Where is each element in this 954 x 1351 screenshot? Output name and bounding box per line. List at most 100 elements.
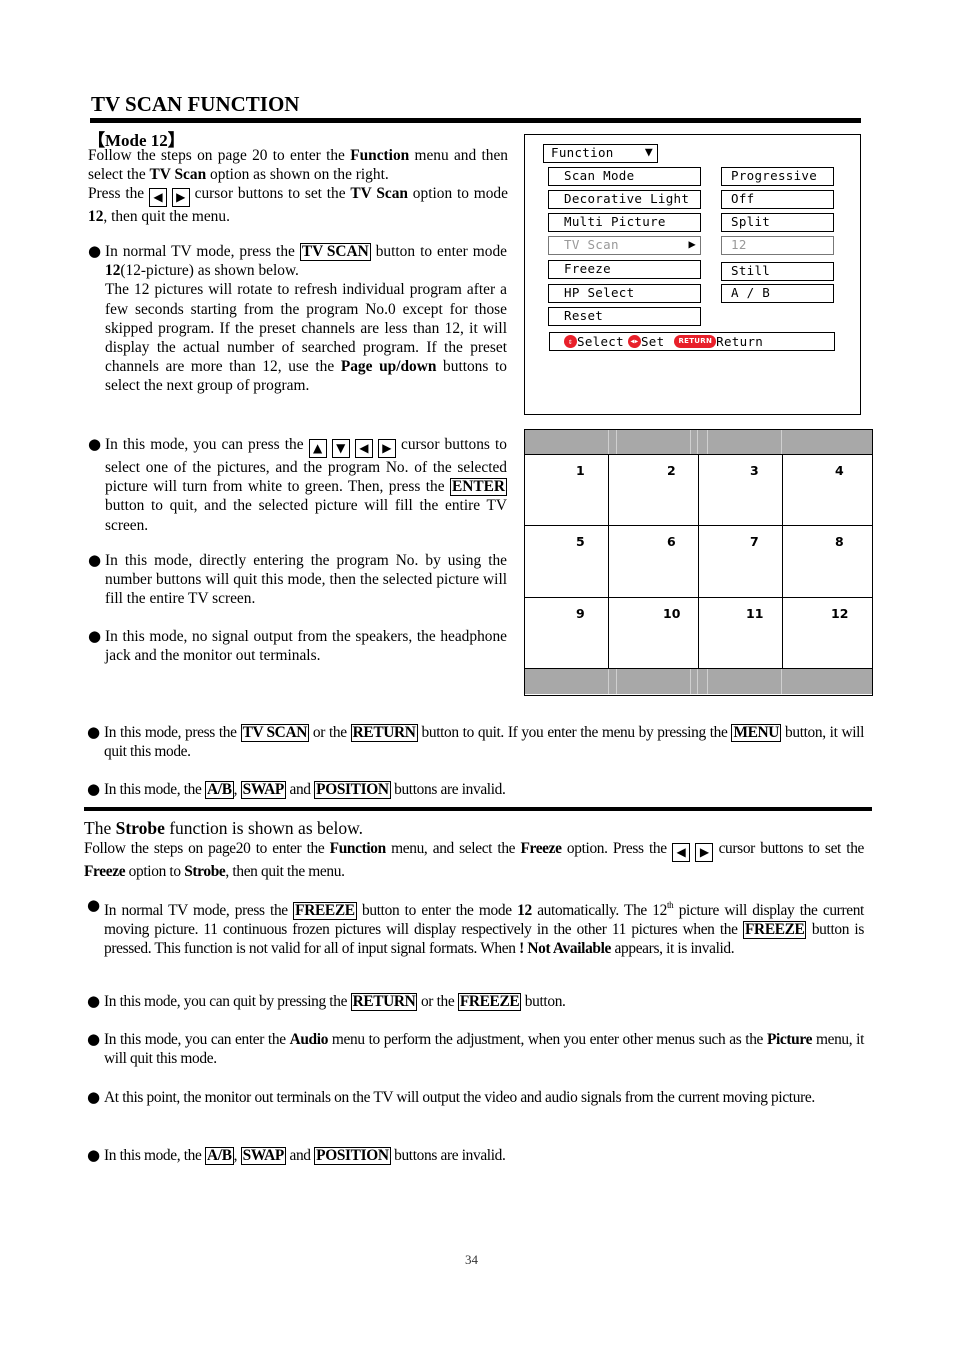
bullet-icon: ● [87, 723, 100, 741]
leftright-set-icon: ◀▶ [627, 335, 641, 348]
position-key: POSITION [314, 781, 391, 799]
menu-item-multi-picture: Multi Picture [548, 213, 701, 232]
menu-value-decorative-light: Off [721, 190, 834, 209]
left-arrow-key-icon: ◀ [148, 188, 167, 208]
bullet-number-entry: ● In this mode, directly entering the pr… [88, 551, 507, 608]
grid-band-top [525, 430, 872, 455]
menu-value-tv-scan: 12 [721, 236, 834, 255]
program-number: 8 [835, 534, 844, 549]
picture-cell-6: 6 [609, 526, 699, 598]
title-divider [90, 118, 861, 123]
band-tick [616, 669, 617, 694]
program-number: 9 [576, 606, 585, 621]
program-number: 5 [576, 534, 585, 549]
bullet-tv-scan-enter: ● In normal TV mode, press the TV SCAN b… [88, 242, 508, 395]
bullet-audio-menu: ● In this mode, you can enter the Audio … [87, 1030, 864, 1068]
bullet-icon: ● [88, 435, 102, 453]
enter-key: ENTER [449, 478, 507, 497]
bullet-freeze-enter: ● In normal TV mode, press the FREEZE bu… [87, 896, 864, 958]
up-arrow-key-icon: ▲ [308, 439, 327, 458]
bullet-icon: ● [87, 780, 100, 798]
picture-cell-2: 2 [609, 455, 699, 526]
band-tick [781, 430, 782, 454]
program-number: 6 [667, 534, 676, 549]
picture-cell-12: 12 [783, 598, 872, 669]
twelve-picture-grid: 1 2 3 4 5 6 7 8 9 10 11 12 [524, 429, 873, 696]
left-arrow-key-icon: ◀ [354, 439, 373, 458]
picture-cell-11: 11 [699, 598, 783, 669]
return-key: RETURN [350, 724, 418, 742]
bullet-no-signal: ● In this mode, no signal output from th… [88, 627, 507, 665]
band-tick [616, 430, 617, 454]
right-arrow-key-icon: ▶ [695, 843, 714, 862]
band-tick [608, 430, 609, 454]
swap-key: SWAP [240, 781, 286, 799]
picture-cell-3: 3 [699, 455, 783, 526]
tv-scan-key: TV SCAN [299, 243, 371, 261]
bullet-icon: ● [88, 242, 102, 260]
picture-cell-9: 9 [525, 598, 609, 669]
bullet-invalid-buttons: ● In this mode, the A/B, SWAP and POSITI… [87, 780, 506, 799]
picture-cell-10: 10 [609, 598, 699, 669]
band-tick [707, 430, 708, 454]
bullet-icon: ● [87, 1030, 100, 1048]
menu-item-scan-mode: Scan Mode [548, 167, 701, 186]
picture-cell-4: 4 [783, 455, 872, 526]
menu-value-multi-picture: Split [721, 213, 834, 232]
program-number: 3 [750, 463, 759, 478]
program-number: 2 [667, 463, 676, 478]
intro-paragraph: Follow the steps on page 20 to enter the… [88, 147, 508, 226]
picture-cell-7: 7 [699, 526, 783, 598]
function-menu-diagram: Function ▼ Scan Mode Progressive Decorativ… [524, 134, 861, 415]
program-number: 7 [750, 534, 759, 549]
right-arrow-key-icon: ▶ [171, 188, 190, 208]
left-arrow-key-icon: ◀ [672, 843, 690, 862]
menu-item-decorative-light: Decorative Light [548, 190, 701, 209]
menu-value-hp-select: A / B [721, 284, 834, 303]
strobe-heading: The Strobe function is shown as below. [84, 818, 364, 838]
down-arrow-key-icon: ▼ [331, 439, 350, 458]
band-tick [690, 430, 691, 454]
band-tick [690, 669, 691, 694]
program-number: 12 [831, 606, 849, 621]
bullet-icon: ● [87, 992, 100, 1010]
program-number: 4 [835, 463, 844, 478]
bullet-icon: ● [87, 896, 100, 914]
right-arrow-key-icon: ▶ [377, 439, 396, 458]
menu-value-freeze: Still [721, 262, 834, 281]
page-number: 34 [465, 1252, 478, 1267]
band-tick [781, 669, 782, 694]
menu-title: Function ▼ [543, 144, 658, 163]
menu-item-reset: Reset [548, 307, 701, 326]
bullet-cursor-select: ● In this mode, you can press the ▲ ▼ ◀ … [88, 435, 507, 534]
ab-key: A/B [205, 1147, 234, 1165]
freeze-key: FREEZE [457, 993, 522, 1011]
freeze-key: FREEZE [743, 921, 807, 940]
bullet-icon: ● [87, 1146, 100, 1164]
menu-item-freeze: Freeze [548, 260, 701, 279]
band-tick [608, 669, 609, 694]
program-number: 10 [663, 606, 681, 621]
band-tick [697, 669, 698, 694]
picture-cell-1: 1 [525, 455, 609, 526]
grid-band-bottom [525, 669, 872, 694]
band-tick [707, 669, 708, 694]
menu-item-tv-scan: TV Scan ▶ [548, 236, 701, 255]
bullet-icon: ● [88, 627, 102, 645]
menu-item-hp-select: HP Select [548, 284, 701, 303]
bullet-quit-strobe: ● In this mode, you can quit by pressing… [87, 992, 566, 1011]
updown-select-icon: ⇕ [564, 335, 577, 348]
freeze-key: FREEZE [293, 902, 357, 920]
menu-value-scan-mode: Progressive [721, 167, 834, 186]
menu-key: MENU [731, 724, 782, 742]
picture-cell-5: 5 [525, 526, 609, 598]
page-title: TV SCAN FUNCTION [91, 92, 300, 116]
menu-hint-bar: ⇕ Select ◀▶ Set RETURN Return [549, 332, 835, 351]
section-divider [84, 807, 872, 811]
picture-cell-8: 8 [783, 526, 872, 598]
tv-scan-key: TV SCAN [240, 724, 309, 742]
strobe-intro: Follow the steps on page20 to enter the … [84, 840, 865, 880]
selected-arrow-icon: ▶ [688, 237, 696, 251]
program-number: 11 [746, 606, 764, 621]
dropdown-triangle-icon: ▼ [644, 145, 653, 160]
